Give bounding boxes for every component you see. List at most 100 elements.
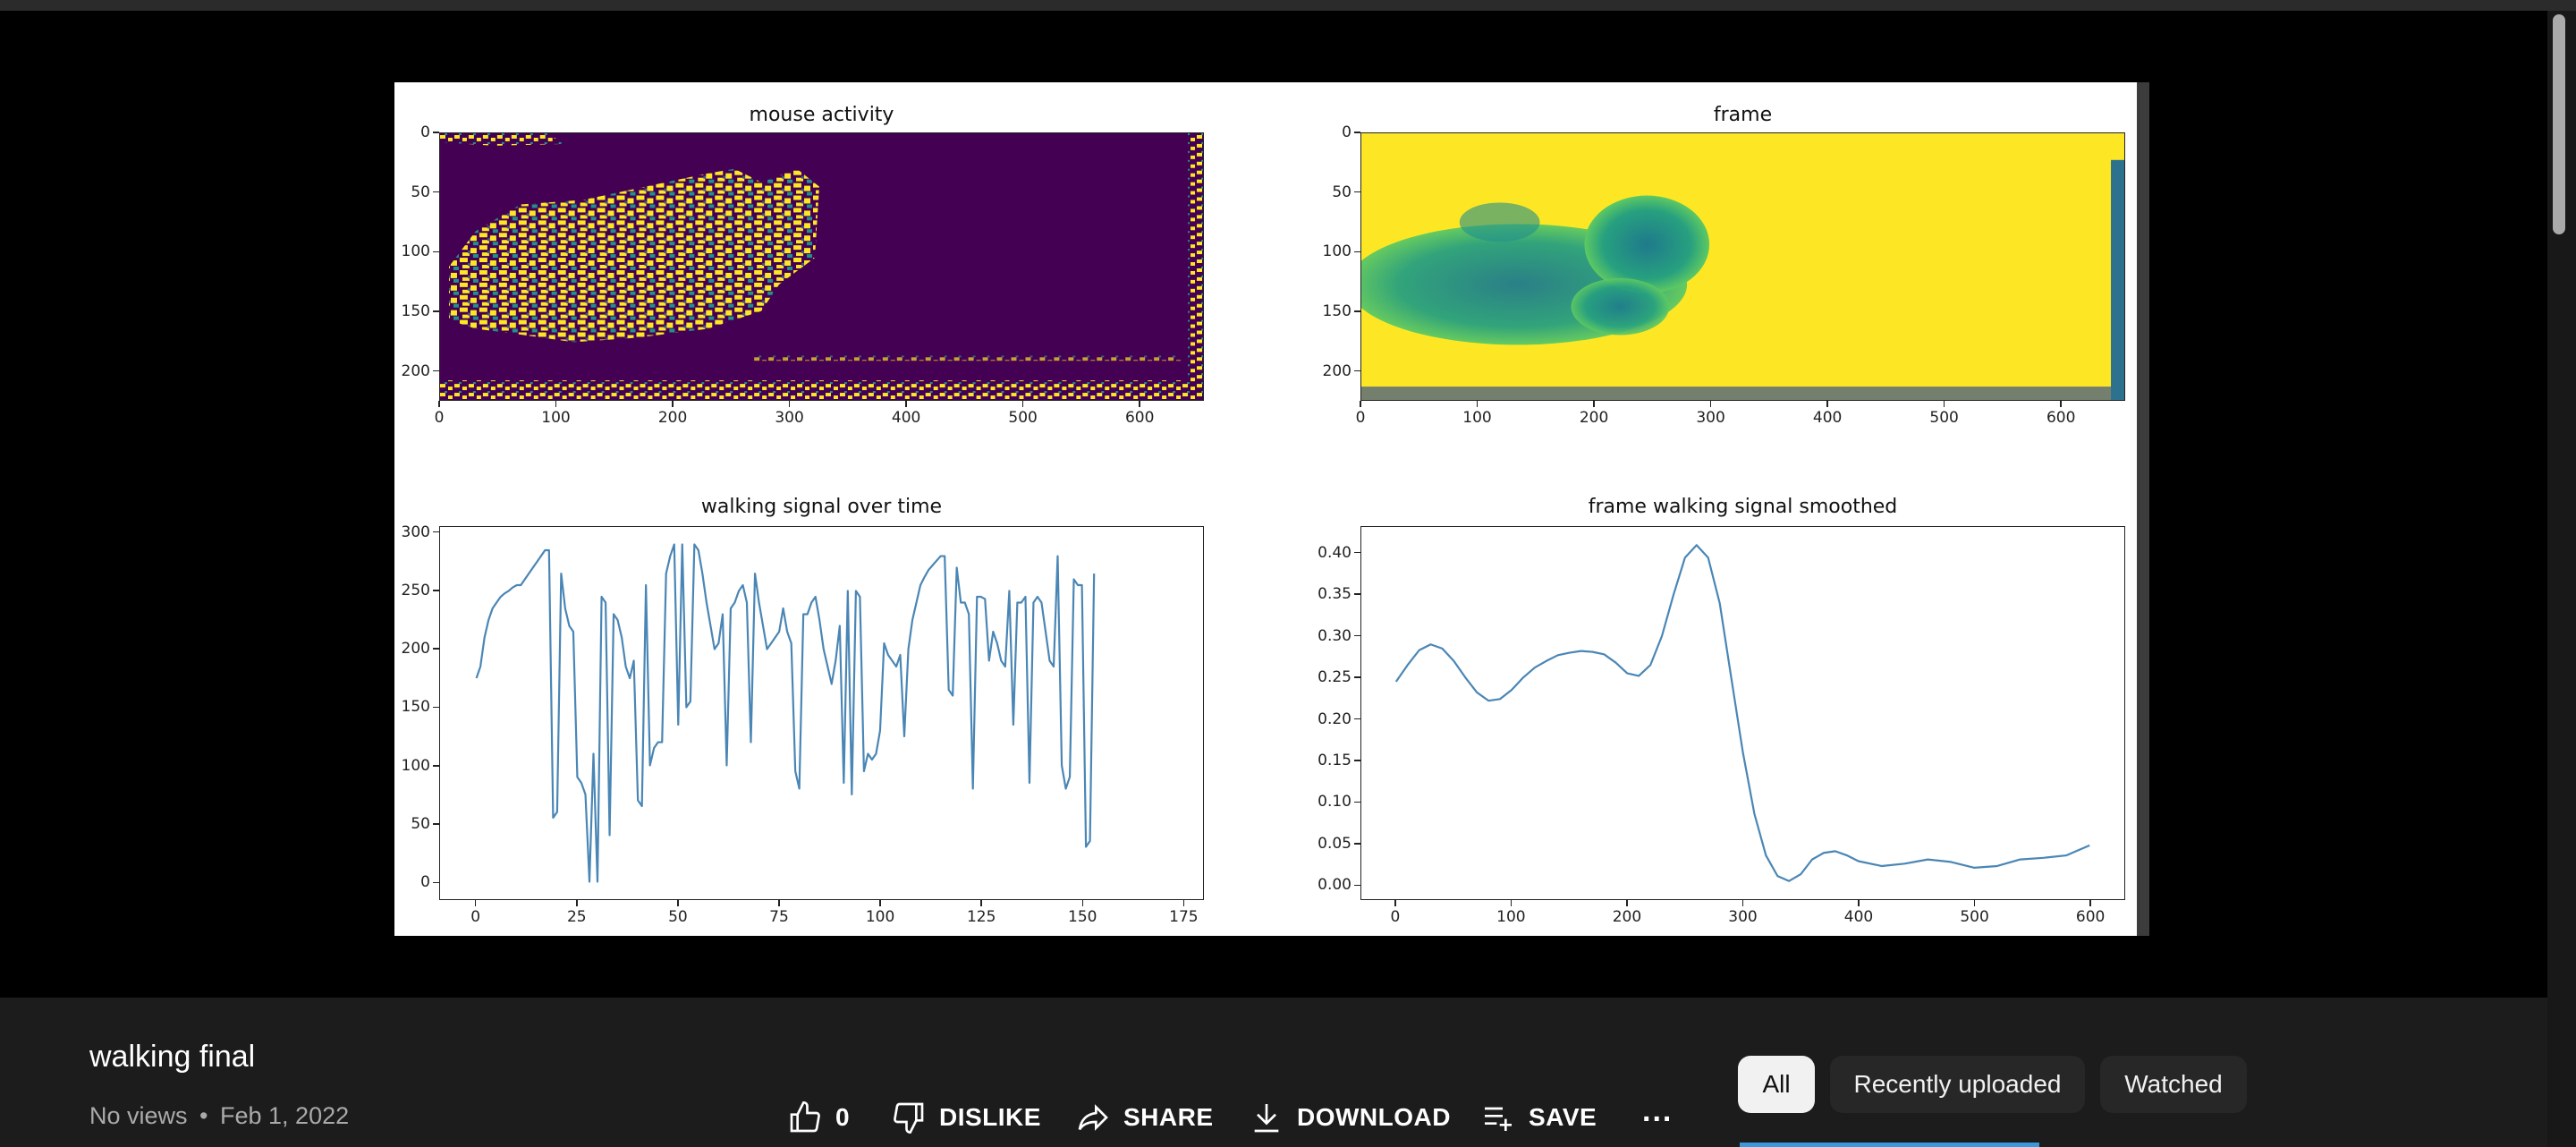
page-scrollbar-thumb[interactable] bbox=[2553, 14, 2565, 234]
video-title: walking final bbox=[89, 1040, 256, 1074]
x-tick-mark bbox=[474, 900, 477, 906]
share-arrow-icon bbox=[1078, 1104, 1108, 1131]
chip-all[interactable]: All bbox=[1738, 1056, 1815, 1113]
x-tick-label: 100 bbox=[1462, 409, 1492, 427]
x-tick-label: 600 bbox=[2075, 908, 2106, 926]
frame-title: frame bbox=[1713, 104, 1773, 126]
save-button[interactable]: SAVE bbox=[1480, 1096, 1597, 1139]
x-tick-mark bbox=[1858, 900, 1860, 906]
like-button[interactable]: 0 bbox=[787, 1096, 850, 1139]
y-tick-mark bbox=[433, 191, 439, 193]
y-tick-label: 0.35 bbox=[1318, 585, 1352, 604]
frame-heatmap bbox=[1361, 133, 2124, 400]
y-tick-mark bbox=[1354, 801, 1360, 803]
y-tick-label: 0 bbox=[420, 873, 430, 892]
smoothed-signal-axes bbox=[1360, 526, 2125, 900]
more-dots-icon: ... bbox=[1642, 1093, 1674, 1128]
chip-recently-uploaded[interactable]: Recently uploaded bbox=[1830, 1056, 2085, 1113]
y-tick-label: 0.20 bbox=[1318, 709, 1352, 728]
y-tick-label: 0.00 bbox=[1318, 876, 1352, 895]
x-tick-label: 200 bbox=[657, 409, 688, 427]
y-tick-mark bbox=[1354, 251, 1360, 253]
x-tick-mark bbox=[2060, 401, 2062, 407]
download-button[interactable]: DOWNLOAD bbox=[1249, 1096, 1451, 1139]
y-tick-mark bbox=[1354, 191, 1360, 193]
video-player[interactable]: mouse activity 0 100 200 300 400 500 600… bbox=[0, 11, 2547, 998]
x-tick-label: 75 bbox=[769, 908, 789, 926]
y-tick-label: 0.25 bbox=[1318, 668, 1352, 687]
download-icon bbox=[1254, 1104, 1279, 1133]
y-tick-label: 300 bbox=[401, 523, 430, 541]
walking-signal-panel: walking signal over time 0 25 50 75 100 125 15… bbox=[402, 476, 1204, 936]
x-tick-mark bbox=[1593, 401, 1595, 407]
video-meta: No views • Feb 1, 2022 bbox=[89, 1102, 349, 1130]
x-tick-label: 100 bbox=[865, 908, 895, 926]
y-tick-mark bbox=[1354, 676, 1360, 678]
y-tick-label: 50 bbox=[411, 183, 430, 201]
x-tick-label: 50 bbox=[668, 908, 688, 926]
x-tick-label: 500 bbox=[1960, 908, 1989, 926]
view-count: No views bbox=[89, 1102, 188, 1129]
recommended-thumbnail-peek[interactable] bbox=[1740, 1143, 2039, 1147]
x-tick-mark bbox=[555, 401, 557, 407]
mouse-activity-image bbox=[439, 132, 1204, 401]
series-line bbox=[1394, 544, 2090, 882]
y-tick-label: 0.05 bbox=[1318, 834, 1352, 853]
x-tick-label: 400 bbox=[891, 409, 921, 427]
y-tick-mark bbox=[1354, 884, 1360, 887]
x-tick-label: 0 bbox=[1355, 409, 1366, 427]
y-tick-mark bbox=[1354, 718, 1360, 720]
x-tick-mark bbox=[672, 401, 674, 407]
thumbs-down-icon bbox=[894, 1102, 924, 1134]
y-tick-label: 200 bbox=[401, 361, 430, 380]
dislike-button[interactable]: DISLIKE bbox=[891, 1096, 1041, 1139]
y-tick-label: 50 bbox=[1332, 183, 1352, 201]
thumbs-up-icon bbox=[790, 1100, 820, 1133]
x-tick-mark bbox=[1360, 401, 1361, 407]
x-tick-label: 300 bbox=[1696, 409, 1725, 427]
y-tick-label: 0.15 bbox=[1318, 751, 1352, 769]
save-label: SAVE bbox=[1529, 1103, 1597, 1131]
x-tick-mark bbox=[1826, 401, 1828, 407]
y-tick-label: 150 bbox=[401, 698, 430, 717]
x-tick-label: 300 bbox=[1728, 908, 1758, 926]
smoothed-signal-title: frame walking signal smoothed bbox=[1588, 496, 1898, 518]
x-tick-mark bbox=[1709, 401, 1712, 407]
mouse-activity-title: mouse activity bbox=[749, 104, 894, 126]
x-tick-label: 600 bbox=[2046, 409, 2076, 427]
smoothed-signal-panel: frame walking signal smoothed 0 100 200 300… bbox=[1318, 476, 2125, 936]
frame-image bbox=[1360, 132, 2125, 401]
x-tick-mark bbox=[576, 900, 578, 906]
x-tick-mark bbox=[1081, 900, 1084, 906]
x-tick-mark bbox=[905, 401, 907, 407]
y-tick-mark bbox=[1354, 593, 1360, 595]
mouse-activity-heatmap bbox=[440, 133, 1203, 400]
y-tick-label: 0.40 bbox=[1318, 543, 1352, 562]
y-tick-label: 50 bbox=[411, 815, 430, 834]
y-tick-mark bbox=[1354, 370, 1360, 372]
x-tick-mark bbox=[438, 401, 440, 407]
y-tick-mark bbox=[433, 310, 439, 312]
upload-date: Feb 1, 2022 bbox=[220, 1102, 350, 1129]
share-label: SHARE bbox=[1123, 1103, 1214, 1131]
more-actions-button[interactable]: ... bbox=[1642, 1093, 1674, 1139]
x-tick-mark bbox=[1394, 900, 1396, 906]
x-tick-label: 600 bbox=[1124, 409, 1155, 427]
x-tick-mark bbox=[1626, 900, 1628, 906]
y-tick-mark bbox=[1354, 310, 1360, 312]
chip-recently-uploaded-label: Recently uploaded bbox=[1853, 1070, 2062, 1098]
x-tick-label: 100 bbox=[1496, 908, 1526, 926]
x-tick-mark bbox=[1741, 900, 1744, 906]
x-tick-label: 0 bbox=[434, 409, 445, 427]
y-tick-label: 200 bbox=[1322, 361, 1352, 380]
x-tick-label: 150 bbox=[1068, 908, 1097, 926]
y-tick-mark bbox=[1354, 551, 1360, 554]
x-tick-mark bbox=[1139, 401, 1140, 407]
x-tick-label: 200 bbox=[1579, 409, 1609, 427]
y-tick-mark bbox=[433, 531, 439, 533]
share-button[interactable]: SHARE bbox=[1075, 1096, 1214, 1139]
chip-watched[interactable]: Watched bbox=[2100, 1056, 2247, 1113]
y-tick-label: 150 bbox=[401, 302, 430, 320]
x-tick-mark bbox=[1510, 900, 1513, 906]
y-tick-mark bbox=[1354, 634, 1360, 637]
